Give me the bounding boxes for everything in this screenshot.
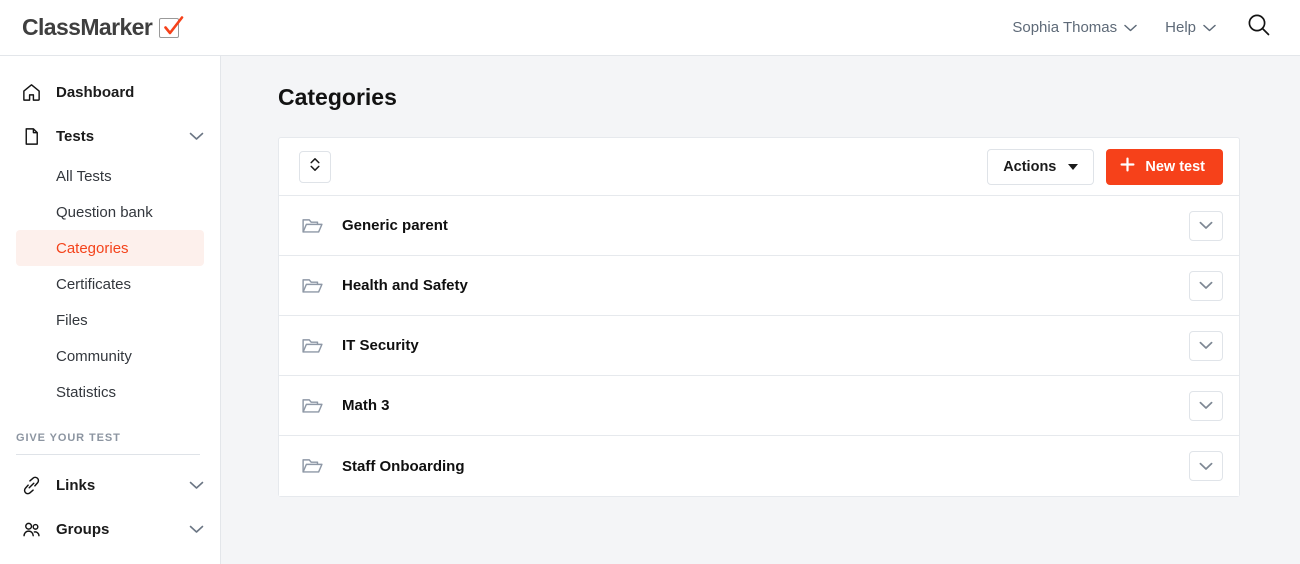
sidebar-item-label: Dashboard [56,83,135,101]
chevron-down-icon[interactable] [189,481,204,490]
category-name: Staff Onboarding [342,457,465,475]
table-row[interactable]: Staff Onboarding [279,436,1239,496]
sidebar-item-label: Links [56,476,96,494]
chevron-down-icon[interactable] [189,525,204,534]
chevron-down-icon [1068,163,1079,170]
table-row[interactable]: Math 3 [279,376,1239,436]
people-icon [20,518,42,540]
sidebar-section-label: GIVE YOUR TEST [16,432,121,444]
expand-row-button[interactable] [1189,390,1223,421]
top-header: ClassMarker Sophia Thomas Help [0,0,1300,56]
search-icon [1246,12,1272,43]
sidebar-item-label: All Tests [56,167,112,185]
actions-button-label: Actions [1003,158,1057,175]
sidebar-item-label: Tests [56,127,95,145]
actions-button[interactable]: Actions [987,148,1095,185]
sidebar-item-label: Certificates [56,275,132,293]
toolbar-actions: Actions New test [987,148,1223,185]
help-menu[interactable]: Help [1151,11,1230,44]
main-content: Categories Actions New test Generic pare… [221,56,1300,564]
link-icon [20,474,42,496]
sidebar-item-dashboard[interactable]: Dashboard [0,70,220,114]
home-icon [20,81,42,103]
sidebar-item-statistics[interactable]: Statistics [16,374,204,410]
folder-open-icon [299,455,325,477]
folder-open-icon [299,215,325,237]
sort-button[interactable] [299,150,331,183]
sidebar: Dashboard Tests All Tests Question bank … [0,56,221,564]
logo-text: ClassMarker [22,14,153,40]
categories-card: Actions New test Generic parent Health a… [278,137,1240,497]
card-toolbar: Actions New test [279,138,1239,196]
table-row[interactable]: Health and Safety [279,256,1239,316]
folder-open-icon [299,395,325,417]
sidebar-item-categories[interactable]: Categories [16,230,204,266]
user-menu-label: Sophia Thomas [1012,19,1118,36]
sidebar-divider [16,454,200,455]
sidebar-item-label: Files [56,311,88,329]
user-menu[interactable]: Sophia Thomas [998,11,1151,44]
new-test-button[interactable]: New test [1106,148,1223,185]
checkbox-check-icon [159,16,184,39]
header-actions: Sophia Thomas Help [998,4,1278,51]
sidebar-item-label: Community [56,347,132,365]
sidebar-item-community[interactable]: Community [16,338,204,374]
sidebar-item-label: Statistics [56,383,117,401]
classmarker-logo[interactable]: ClassMarker [22,14,184,41]
category-name: Math 3 [342,397,390,414]
sidebar-item-files[interactable]: Files [16,302,204,338]
document-icon [20,125,42,147]
app-window: ClassMarker Sophia Thomas Help Dashboard… [0,0,1300,564]
expand-row-button[interactable] [1189,270,1223,301]
sidebar-item-label: Groups [56,520,110,538]
sidebar-item-label: Question bank [56,203,153,221]
sidebar-item-links[interactable]: Links [0,463,220,507]
search-button[interactable] [1230,4,1278,51]
sidebar-item-all-tests[interactable]: All Tests [16,158,204,194]
sidebar-item-tests[interactable]: Tests [0,114,220,158]
chevron-down-icon[interactable] [189,132,204,141]
sort-updown-icon [308,156,322,178]
chevron-down-icon [1203,19,1216,36]
category-name: IT Security [342,337,419,354]
app-body: Dashboard Tests All Tests Question bank … [0,56,1300,564]
sidebar-item-label: Categories [56,239,129,257]
folder-open-icon [299,335,325,357]
table-row[interactable]: IT Security [279,316,1239,376]
sidebar-item-groups[interactable]: Groups [0,507,220,551]
new-test-button-label: New test [1145,158,1205,175]
sidebar-item-question-bank[interactable]: Question bank [16,194,204,230]
expand-row-button[interactable] [1189,330,1223,361]
help-menu-label: Help [1165,19,1196,36]
table-row[interactable]: Generic parent [279,196,1239,256]
folder-open-icon [299,275,325,297]
sidebar-item-certificates[interactable]: Certificates [16,266,204,302]
category-name: Health and Safety [342,277,468,294]
plus-icon [1119,156,1136,177]
chevron-down-icon [1124,19,1137,36]
expand-row-button[interactable] [1189,210,1223,241]
category-name: Generic parent [342,217,448,234]
page-title: Categories [278,84,397,110]
expand-row-button[interactable] [1189,451,1223,481]
